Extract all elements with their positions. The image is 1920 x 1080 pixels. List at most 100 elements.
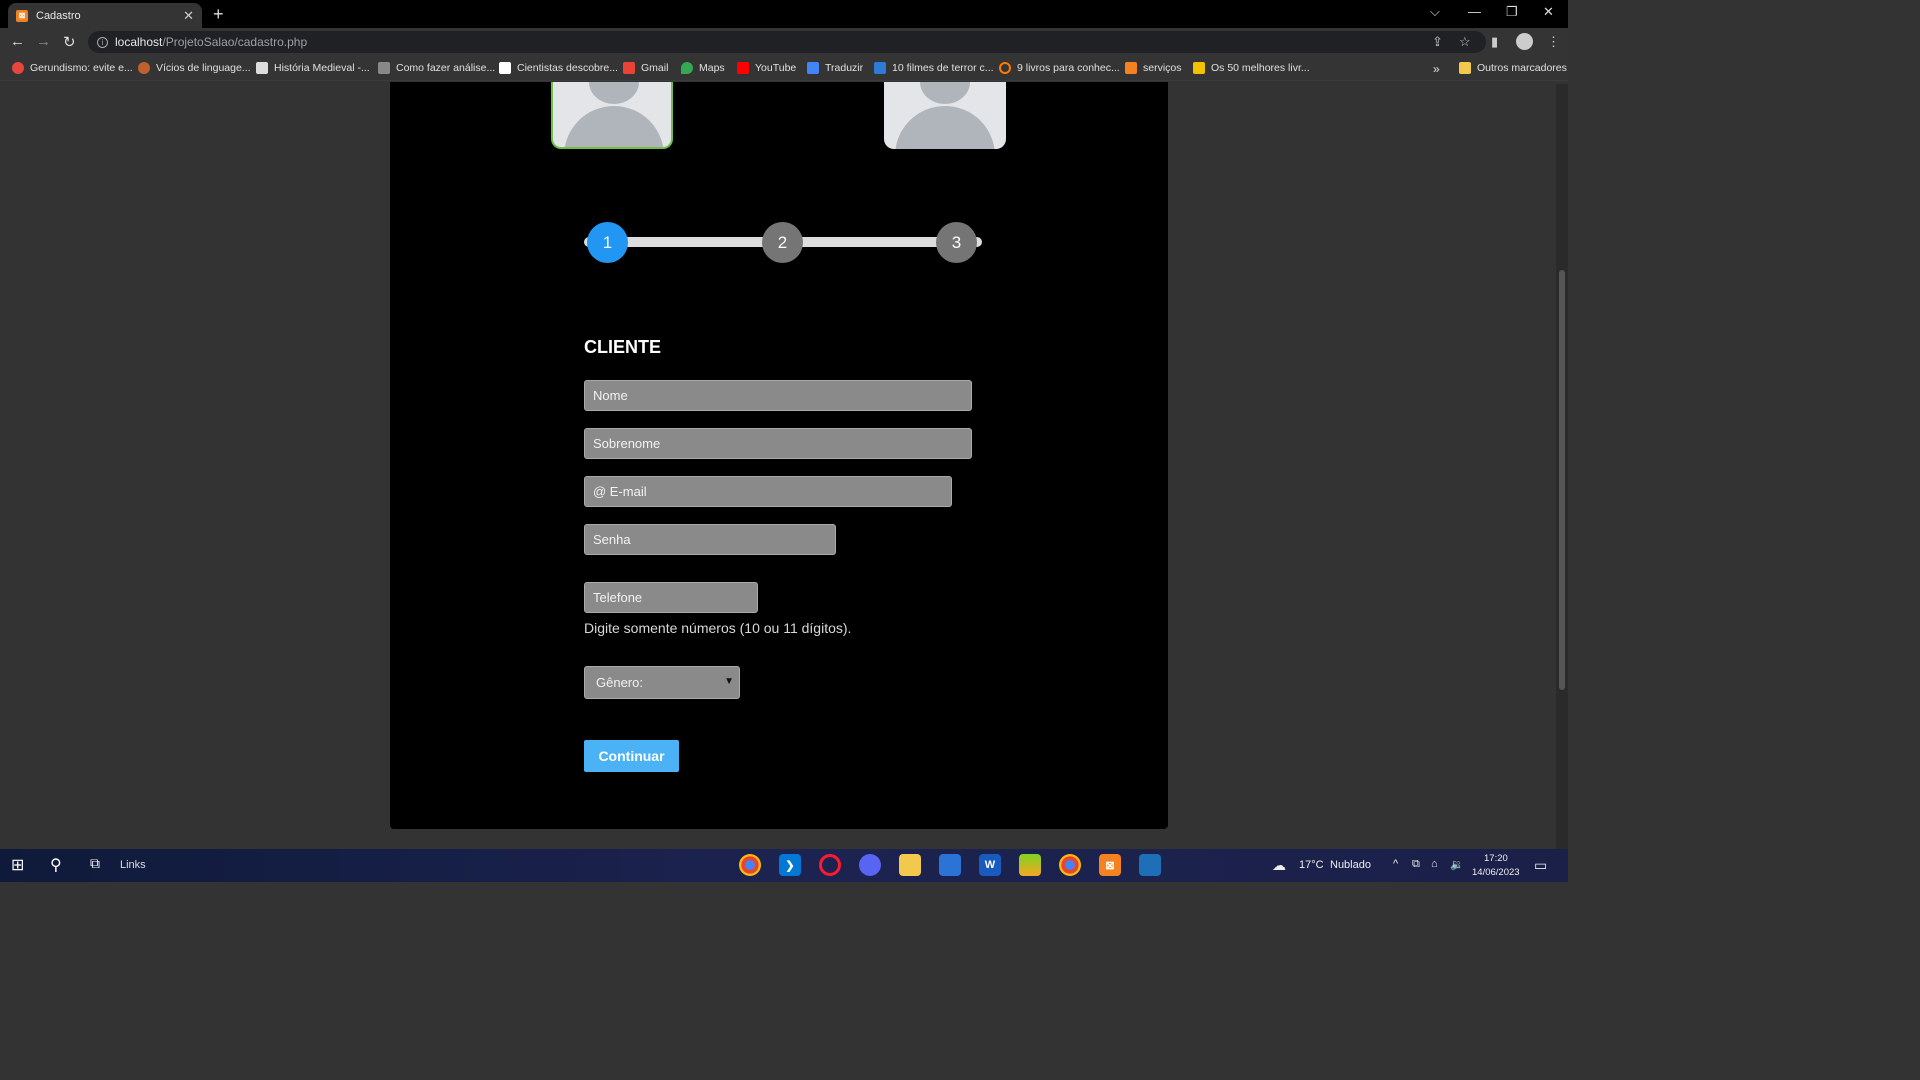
side-panel-icon[interactable]: ▮ (1491, 34, 1498, 50)
cloud-weather-icon[interactable]: ☁ (1272, 857, 1286, 874)
bookmark-label: Os 50 melhores livr... (1211, 62, 1310, 74)
avatar-body (564, 106, 664, 147)
bookmark-favicon (999, 62, 1011, 74)
notification-center-icon[interactable]: ▭ (1534, 857, 1547, 874)
telefone-hint: Digite somente números (10 ou 11 dígitos… (584, 620, 852, 636)
menu-kebab-icon[interactable]: ⋮ (1547, 34, 1560, 50)
avatar-body (895, 106, 995, 149)
translate-icon (807, 62, 819, 74)
chrome-app-icon[interactable] (739, 854, 761, 876)
forward-arrow-icon[interactable]: → (36, 33, 51, 50)
senha-input[interactable] (584, 524, 836, 555)
client-avatar-card[interactable] (551, 82, 673, 149)
search-icon[interactable]: ⚲ (50, 855, 62, 875)
profile-avatar[interactable] (1516, 33, 1533, 50)
bookmark-item[interactable]: Gmail (623, 62, 668, 74)
info-icon[interactable]: i (97, 36, 108, 48)
opera-app-icon[interactable] (819, 854, 841, 876)
links-toolbar-label[interactable]: Links (120, 859, 146, 871)
genero-select[interactable]: Gênero: ▼ (584, 666, 740, 699)
avatar-head (920, 82, 970, 104)
tray-expand-chevron-icon[interactable]: ^ (1393, 858, 1398, 870)
email-input[interactable] (584, 476, 952, 507)
close-window-button[interactable]: ✕ (1543, 4, 1554, 20)
tab-title: Cadastro (36, 9, 81, 22)
scrollbar-thumb[interactable] (1559, 270, 1565, 690)
tab-search-icon[interactable]: ⌵ (1430, 4, 1440, 20)
signup-panel: 1 2 3 CLIENTE Digite somente números (10… (390, 82, 1168, 829)
xampp-app-icon[interactable]: ⊠ (1099, 854, 1121, 876)
meet-now-icon[interactable]: ⧉ (1412, 858, 1420, 871)
discord-app-icon[interactable] (859, 854, 881, 876)
xampp-icon: ⊠ (16, 9, 28, 22)
task-view-icon[interactable]: ⧉ (90, 855, 100, 872)
youtube-icon (737, 62, 749, 74)
bookmark-star-icon[interactable]: ☆ (1459, 34, 1471, 50)
close-tab-icon[interactable]: ✕ (183, 8, 194, 24)
word-app-icon[interactable]: W (979, 854, 1001, 876)
bookmark-item[interactable]: História Medieval -... (256, 62, 370, 74)
bookmark-label: YouTube (755, 62, 797, 74)
xampp-icon (1125, 62, 1137, 74)
other-bookmarks-folder[interactable]: Outros marcadores (1459, 62, 1567, 74)
photos-app-icon[interactable] (1139, 854, 1161, 876)
network-icon[interactable]: ⌂ (1431, 858, 1438, 870)
microsoft-store-app-icon[interactable] (939, 854, 961, 876)
folder-icon (1459, 62, 1471, 74)
bookmark-label: História Medieval -... (274, 62, 370, 74)
browser-toolbar: ← → ↻ i localhost /ProjetoSalao/cadastro… (0, 28, 1568, 57)
bookmark-label: 9 livros para conhec... (1017, 62, 1120, 74)
bookmark-item[interactable]: Gerundismo: evite e... (12, 62, 133, 74)
bookmark-favicon (499, 62, 511, 74)
bookmark-item[interactable]: 9 livros para conhec... (999, 62, 1120, 74)
sobrenome-input[interactable] (584, 428, 972, 459)
bookmark-label: Traduzir (825, 62, 864, 74)
weather-condition[interactable]: Nublado (1330, 859, 1371, 871)
bookmark-item[interactable]: Como fazer análise... (378, 62, 495, 74)
back-arrow-icon[interactable]: ← (10, 33, 25, 50)
url-path: /ProjetoSalao/cadastro.php (162, 35, 308, 49)
bookmark-favicon (874, 62, 886, 74)
browser-tab-strip: ⊠ Cadastro ✕ + ⌵ — ❐ ✕ (0, 0, 1568, 28)
chevron-down-icon: ▼ (724, 676, 734, 687)
bookmark-label: Gmail (641, 62, 669, 74)
bookmark-item[interactable]: Maps (681, 62, 725, 74)
bookmark-item[interactable]: 10 filmes de terror c... (874, 62, 994, 74)
step-2: 2 (762, 222, 803, 263)
weather-temperature[interactable]: 17°C (1299, 859, 1324, 871)
restore-button[interactable]: ❐ (1506, 4, 1518, 20)
nome-input[interactable] (584, 380, 972, 411)
volume-icon[interactable]: 🔉 (1450, 858, 1464, 871)
windows-start-icon[interactable]: ⊞ (11, 855, 24, 875)
file-explorer-app-icon[interactable] (899, 854, 921, 876)
professional-avatar-card[interactable] (884, 82, 1006, 149)
continue-button[interactable]: Continuar (584, 740, 679, 772)
bluestacks-app-icon[interactable] (1019, 854, 1041, 876)
bookmark-favicon (12, 62, 24, 74)
telefone-input[interactable] (584, 582, 758, 613)
bookmark-label: Cientistas descobre... (517, 62, 618, 74)
bookmark-item[interactable]: YouTube (737, 62, 796, 74)
clock-date[interactable]: 14/06/2023 (1472, 867, 1520, 878)
bookmark-item[interactable]: Cientistas descobre... (499, 62, 618, 74)
share-icon[interactable]: ⇪ (1432, 34, 1443, 50)
bookmark-label: serviços (1143, 62, 1182, 74)
avatar-head (589, 82, 639, 104)
reload-icon[interactable]: ↻ (63, 33, 76, 51)
address-bar[interactable]: i localhost /ProjetoSalao/cadastro.php (88, 31, 1486, 53)
vscode-app-icon[interactable]: ❯ (779, 854, 801, 876)
new-tab-button[interactable]: + (213, 4, 224, 25)
bookmark-item[interactable]: serviços (1125, 62, 1182, 74)
minimize-button[interactable]: — (1468, 4, 1481, 19)
more-bookmarks-chevron-icon[interactable]: » (1433, 62, 1440, 76)
bookmark-item[interactable]: Traduzir (807, 62, 863, 74)
page-scrollbar[interactable] (1556, 84, 1568, 849)
bookmark-label: Como fazer análise... (396, 62, 496, 74)
chrome-active-app-icon[interactable] (1059, 854, 1081, 876)
bookmark-item[interactable]: Os 50 melhores livr... (1193, 62, 1310, 74)
form-title: CLIENTE (584, 337, 662, 357)
clock-time[interactable]: 17:20 (1484, 853, 1508, 864)
url-host: localhost (115, 35, 163, 49)
bookmark-item[interactable]: Vícios de linguage... (138, 62, 251, 74)
tab-cadastro[interactable]: ⊠ Cadastro ✕ (8, 3, 202, 28)
